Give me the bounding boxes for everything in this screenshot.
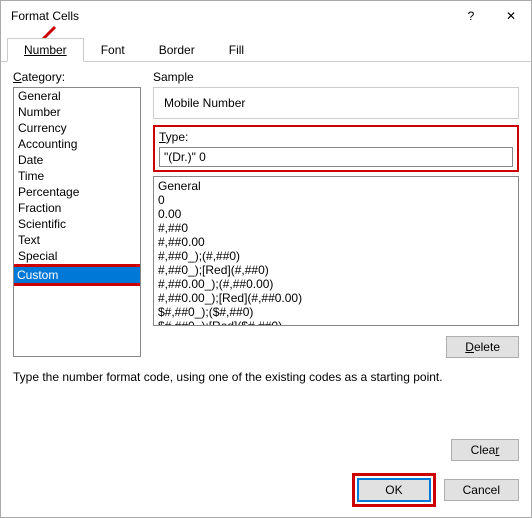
format-code-option[interactable]: $#,##0_);[Red]($#,##0) [157,319,515,326]
tab-border[interactable]: Border [142,38,212,62]
cancel-button[interactable]: Cancel [444,479,519,501]
format-code-option[interactable]: 0.00 [157,207,515,221]
category-option[interactable]: Number [14,104,140,120]
category-label: Category: [13,70,141,84]
category-option[interactable]: Custom [14,267,140,283]
type-region-highlight: Type: [153,125,519,172]
format-code-option[interactable]: $#,##0_);($#,##0) [157,305,515,319]
category-option[interactable]: Date [14,152,140,168]
format-code-option[interactable]: #,##0 [157,221,515,235]
category-option[interactable]: Accounting [14,136,140,152]
sample-box: Mobile Number [153,87,519,119]
format-code-option[interactable]: #,##0_);[Red](#,##0) [157,263,515,277]
category-column: Category: GeneralNumberCurrencyAccountin… [13,70,141,358]
tab-font[interactable]: Font [84,38,142,62]
category-option[interactable]: Special [14,248,140,264]
content-area: Category: GeneralNumberCurrencyAccountin… [1,62,531,384]
format-codes-listbox[interactable]: General00.00#,##0#,##0.00#,##0_);(#,##0)… [153,176,519,326]
delete-button[interactable]: Delete [446,336,519,358]
dialog-title: Format Cells [11,9,451,23]
ok-button[interactable]: OK [357,478,430,502]
format-code-option[interactable]: #,##0.00_);[Red](#,##0.00) [157,291,515,305]
category-option[interactable]: Currency [14,120,140,136]
format-code-option[interactable]: #,##0.00_);(#,##0.00) [157,277,515,291]
tab-bar: Number Font Border Fill [1,37,531,62]
close-button[interactable]: ✕ [491,1,531,31]
format-code-option[interactable]: #,##0.00 [157,235,515,249]
ok-highlight: OK [352,473,435,507]
category-option[interactable]: Percentage [14,184,140,200]
titlebar: Format Cells ? ✕ [1,1,531,31]
help-icon: ? [468,9,475,23]
right-column: Sample Mobile Number Type: General00.00#… [153,70,519,358]
format-code-option[interactable]: General [157,179,515,193]
format-code-option[interactable]: 0 [157,193,515,207]
close-icon: ✕ [506,9,516,23]
tab-fill[interactable]: Fill [212,38,261,62]
help-button[interactable]: ? [451,1,491,31]
sample-value: Mobile Number [164,96,245,110]
hint-text: Type the number format code, using one o… [13,370,519,384]
category-option[interactable]: Text [14,232,140,248]
category-option[interactable]: Scientific [14,216,140,232]
category-listbox[interactable]: GeneralNumberCurrencyAccountingDateTimeP… [13,87,141,357]
format-code-option[interactable]: #,##0_);(#,##0) [157,249,515,263]
type-input[interactable] [159,147,513,167]
clear-button[interactable]: Clear [451,439,519,461]
format-cells-dialog: Format Cells ? ✕ Number Font Border Fill… [0,0,532,518]
category-option[interactable]: General [14,88,140,104]
sample-label: Sample [153,70,519,84]
dialog-buttons: OK Cancel [352,473,519,507]
tab-number[interactable]: Number [7,38,84,62]
category-option[interactable]: Time [14,168,140,184]
type-label: Type: [159,130,513,144]
category-option[interactable]: Fraction [14,200,140,216]
